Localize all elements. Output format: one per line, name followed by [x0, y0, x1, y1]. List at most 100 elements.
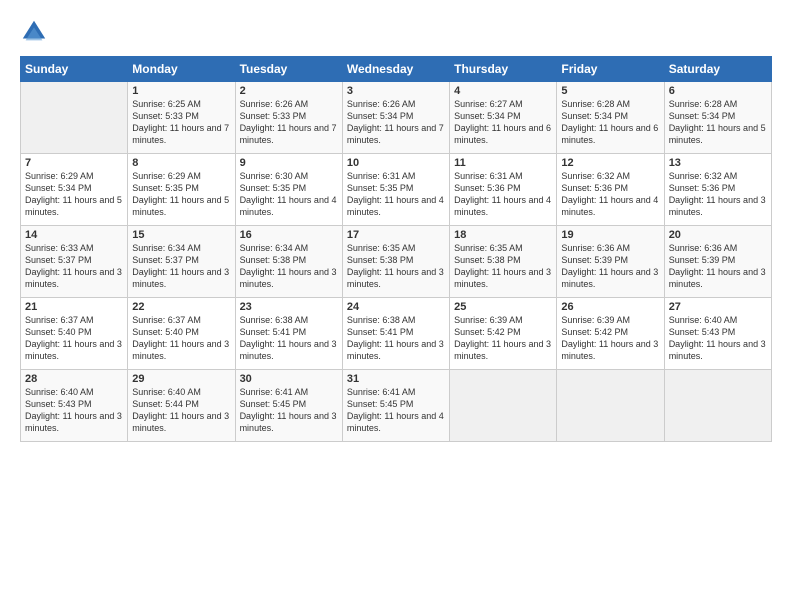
day-number: 17	[347, 229, 445, 241]
day-number: 30	[240, 373, 338, 385]
calendar-week-row: 14 Sunrise: 6:33 AMSunset: 5:37 PMDaylig…	[21, 226, 772, 298]
calendar-week-row: 21 Sunrise: 6:37 AMSunset: 5:40 PMDaylig…	[21, 298, 772, 370]
weekday-header-saturday: Saturday	[664, 57, 771, 82]
cell-content: Sunrise: 6:25 AMSunset: 5:33 PMDaylight:…	[132, 98, 230, 147]
calendar-cell: 1 Sunrise: 6:25 AMSunset: 5:33 PMDayligh…	[128, 82, 235, 154]
cell-content: Sunrise: 6:37 AMSunset: 5:40 PMDaylight:…	[132, 314, 230, 363]
cell-content: Sunrise: 6:36 AMSunset: 5:39 PMDaylight:…	[669, 242, 767, 291]
day-number: 26	[561, 301, 659, 313]
calendar-cell: 6 Sunrise: 6:28 AMSunset: 5:34 PMDayligh…	[664, 82, 771, 154]
cell-content: Sunrise: 6:28 AMSunset: 5:34 PMDaylight:…	[669, 98, 767, 147]
cell-content: Sunrise: 6:38 AMSunset: 5:41 PMDaylight:…	[347, 314, 445, 363]
day-number: 21	[25, 301, 123, 313]
cell-content: Sunrise: 6:27 AMSunset: 5:34 PMDaylight:…	[454, 98, 552, 147]
calendar-cell: 16 Sunrise: 6:34 AMSunset: 5:38 PMDaylig…	[235, 226, 342, 298]
calendar-week-row: 7 Sunrise: 6:29 AMSunset: 5:34 PMDayligh…	[21, 154, 772, 226]
calendar-cell: 9 Sunrise: 6:30 AMSunset: 5:35 PMDayligh…	[235, 154, 342, 226]
cell-content: Sunrise: 6:31 AMSunset: 5:36 PMDaylight:…	[454, 170, 552, 219]
logo-icon	[20, 18, 48, 46]
calendar-cell: 18 Sunrise: 6:35 AMSunset: 5:38 PMDaylig…	[450, 226, 557, 298]
calendar-cell: 20 Sunrise: 6:36 AMSunset: 5:39 PMDaylig…	[664, 226, 771, 298]
calendar-cell: 19 Sunrise: 6:36 AMSunset: 5:39 PMDaylig…	[557, 226, 664, 298]
cell-content: Sunrise: 6:32 AMSunset: 5:36 PMDaylight:…	[669, 170, 767, 219]
day-number: 1	[132, 85, 230, 97]
day-number: 10	[347, 157, 445, 169]
day-number: 23	[240, 301, 338, 313]
cell-content: Sunrise: 6:33 AMSunset: 5:37 PMDaylight:…	[25, 242, 123, 291]
cell-content: Sunrise: 6:38 AMSunset: 5:41 PMDaylight:…	[240, 314, 338, 363]
calendar-cell: 7 Sunrise: 6:29 AMSunset: 5:34 PMDayligh…	[21, 154, 128, 226]
calendar-table: SundayMondayTuesdayWednesdayThursdayFrid…	[20, 56, 772, 442]
cell-content: Sunrise: 6:36 AMSunset: 5:39 PMDaylight:…	[561, 242, 659, 291]
cell-content: Sunrise: 6:30 AMSunset: 5:35 PMDaylight:…	[240, 170, 338, 219]
cell-content: Sunrise: 6:41 AMSunset: 5:45 PMDaylight:…	[347, 386, 445, 435]
calendar-cell: 27 Sunrise: 6:40 AMSunset: 5:43 PMDaylig…	[664, 298, 771, 370]
calendar-cell: 8 Sunrise: 6:29 AMSunset: 5:35 PMDayligh…	[128, 154, 235, 226]
calendar-week-row: 1 Sunrise: 6:25 AMSunset: 5:33 PMDayligh…	[21, 82, 772, 154]
calendar-cell: 25 Sunrise: 6:39 AMSunset: 5:42 PMDaylig…	[450, 298, 557, 370]
cell-content: Sunrise: 6:39 AMSunset: 5:42 PMDaylight:…	[454, 314, 552, 363]
cell-content: Sunrise: 6:40 AMSunset: 5:44 PMDaylight:…	[132, 386, 230, 435]
day-number: 9	[240, 157, 338, 169]
calendar-cell	[557, 370, 664, 442]
cell-content: Sunrise: 6:31 AMSunset: 5:35 PMDaylight:…	[347, 170, 445, 219]
cell-content: Sunrise: 6:40 AMSunset: 5:43 PMDaylight:…	[669, 314, 767, 363]
day-number: 14	[25, 229, 123, 241]
cell-content: Sunrise: 6:37 AMSunset: 5:40 PMDaylight:…	[25, 314, 123, 363]
day-number: 12	[561, 157, 659, 169]
day-number: 15	[132, 229, 230, 241]
cell-content: Sunrise: 6:29 AMSunset: 5:35 PMDaylight:…	[132, 170, 230, 219]
calendar-cell: 21 Sunrise: 6:37 AMSunset: 5:40 PMDaylig…	[21, 298, 128, 370]
page: SundayMondayTuesdayWednesdayThursdayFrid…	[0, 0, 792, 612]
day-number: 5	[561, 85, 659, 97]
day-number: 2	[240, 85, 338, 97]
day-number: 19	[561, 229, 659, 241]
calendar-cell: 17 Sunrise: 6:35 AMSunset: 5:38 PMDaylig…	[342, 226, 449, 298]
day-number: 31	[347, 373, 445, 385]
calendar-cell: 26 Sunrise: 6:39 AMSunset: 5:42 PMDaylig…	[557, 298, 664, 370]
day-number: 29	[132, 373, 230, 385]
calendar-cell: 22 Sunrise: 6:37 AMSunset: 5:40 PMDaylig…	[128, 298, 235, 370]
cell-content: Sunrise: 6:32 AMSunset: 5:36 PMDaylight:…	[561, 170, 659, 219]
day-number: 18	[454, 229, 552, 241]
cell-content: Sunrise: 6:26 AMSunset: 5:33 PMDaylight:…	[240, 98, 338, 147]
cell-content: Sunrise: 6:28 AMSunset: 5:34 PMDaylight:…	[561, 98, 659, 147]
day-number: 20	[669, 229, 767, 241]
cell-content: Sunrise: 6:29 AMSunset: 5:34 PMDaylight:…	[25, 170, 123, 219]
weekday-header-wednesday: Wednesday	[342, 57, 449, 82]
day-number: 6	[669, 85, 767, 97]
calendar-cell: 11 Sunrise: 6:31 AMSunset: 5:36 PMDaylig…	[450, 154, 557, 226]
calendar-cell: 2 Sunrise: 6:26 AMSunset: 5:33 PMDayligh…	[235, 82, 342, 154]
cell-content: Sunrise: 6:26 AMSunset: 5:34 PMDaylight:…	[347, 98, 445, 147]
calendar-cell: 12 Sunrise: 6:32 AMSunset: 5:36 PMDaylig…	[557, 154, 664, 226]
cell-content: Sunrise: 6:35 AMSunset: 5:38 PMDaylight:…	[454, 242, 552, 291]
weekday-header-row: SundayMondayTuesdayWednesdayThursdayFrid…	[21, 57, 772, 82]
calendar-cell: 4 Sunrise: 6:27 AMSunset: 5:34 PMDayligh…	[450, 82, 557, 154]
day-number: 7	[25, 157, 123, 169]
day-number: 3	[347, 85, 445, 97]
calendar-cell	[664, 370, 771, 442]
calendar-cell: 5 Sunrise: 6:28 AMSunset: 5:34 PMDayligh…	[557, 82, 664, 154]
weekday-header-sunday: Sunday	[21, 57, 128, 82]
day-number: 28	[25, 373, 123, 385]
cell-content: Sunrise: 6:41 AMSunset: 5:45 PMDaylight:…	[240, 386, 338, 435]
weekday-header-monday: Monday	[128, 57, 235, 82]
calendar-cell	[450, 370, 557, 442]
cell-content: Sunrise: 6:39 AMSunset: 5:42 PMDaylight:…	[561, 314, 659, 363]
day-number: 8	[132, 157, 230, 169]
day-number: 25	[454, 301, 552, 313]
calendar-cell: 10 Sunrise: 6:31 AMSunset: 5:35 PMDaylig…	[342, 154, 449, 226]
calendar-cell	[21, 82, 128, 154]
calendar-cell: 23 Sunrise: 6:38 AMSunset: 5:41 PMDaylig…	[235, 298, 342, 370]
logo	[20, 18, 52, 46]
calendar-cell: 31 Sunrise: 6:41 AMSunset: 5:45 PMDaylig…	[342, 370, 449, 442]
calendar-cell: 15 Sunrise: 6:34 AMSunset: 5:37 PMDaylig…	[128, 226, 235, 298]
calendar-cell: 30 Sunrise: 6:41 AMSunset: 5:45 PMDaylig…	[235, 370, 342, 442]
calendar-cell: 24 Sunrise: 6:38 AMSunset: 5:41 PMDaylig…	[342, 298, 449, 370]
day-number: 11	[454, 157, 552, 169]
weekday-header-tuesday: Tuesday	[235, 57, 342, 82]
header	[20, 18, 772, 46]
day-number: 24	[347, 301, 445, 313]
weekday-header-friday: Friday	[557, 57, 664, 82]
cell-content: Sunrise: 6:35 AMSunset: 5:38 PMDaylight:…	[347, 242, 445, 291]
